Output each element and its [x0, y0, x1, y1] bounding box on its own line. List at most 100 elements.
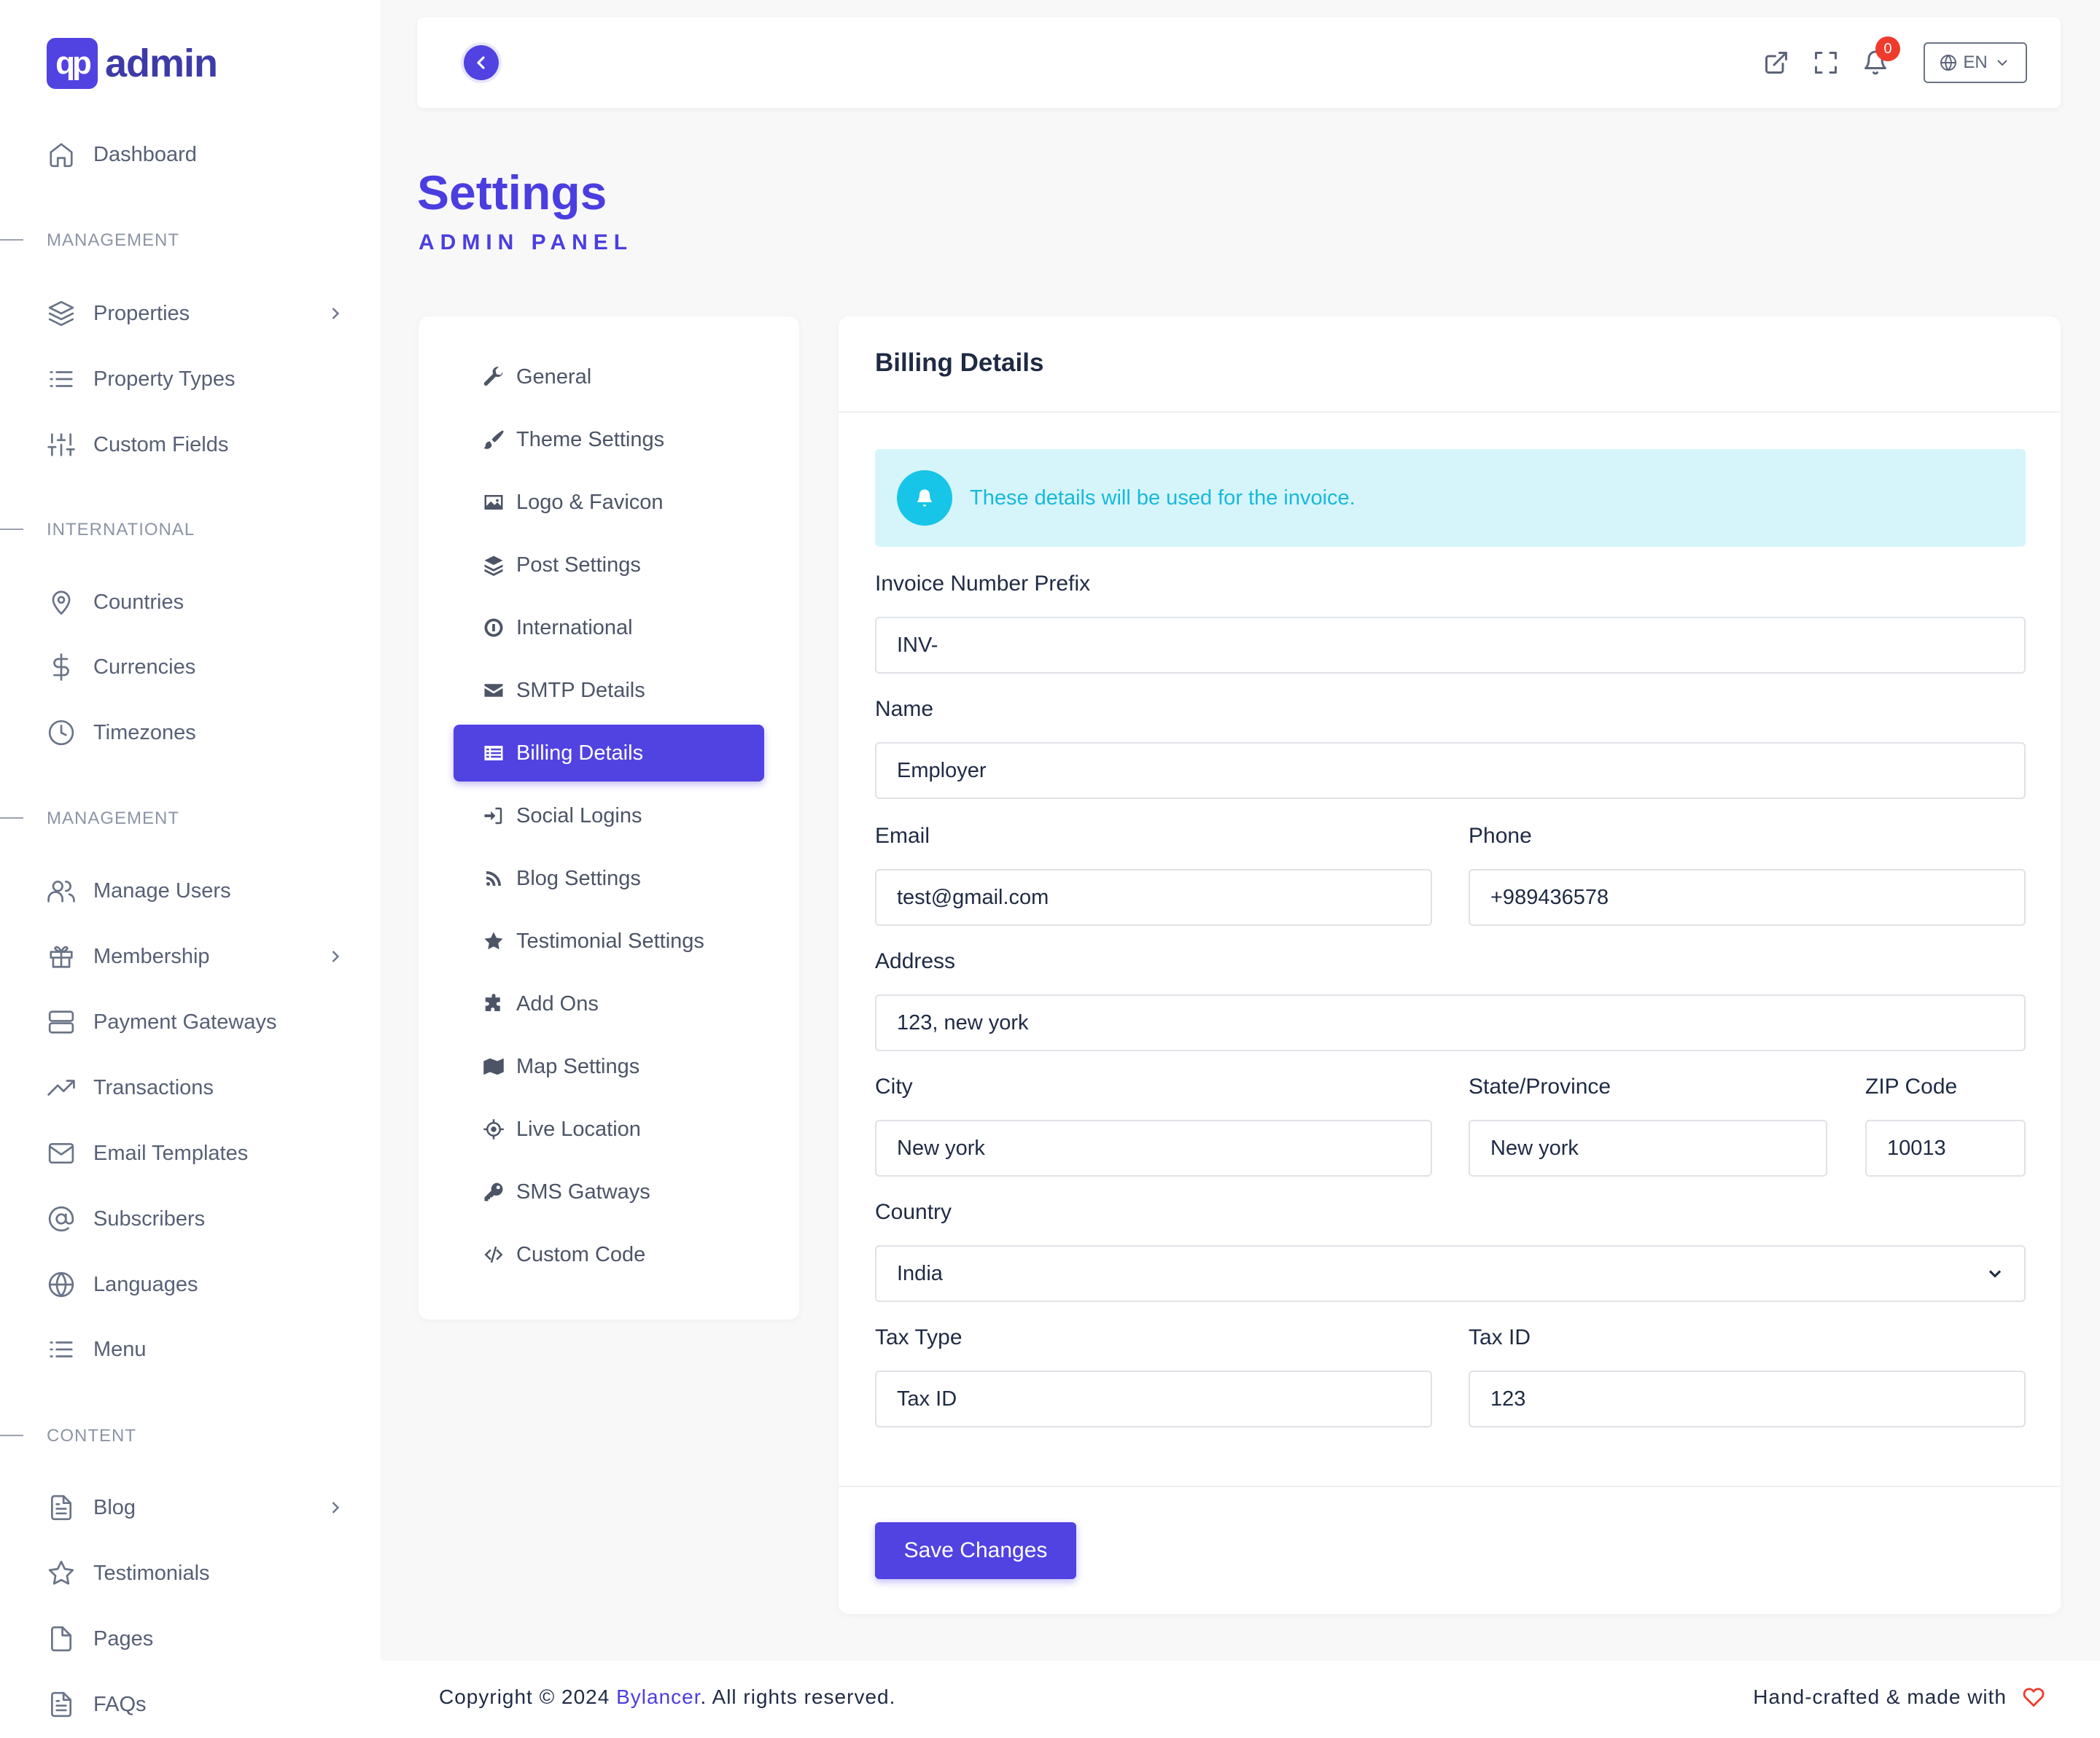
notification-badge: 0	[1875, 36, 1900, 61]
page-subtitle: ADMIN PANEL	[419, 230, 634, 254]
email-input[interactable]: test@gmail.com	[875, 869, 1432, 926]
sidebar-item-subscribers[interactable]: Subscribers	[47, 1197, 346, 1241]
map-pin-icon	[47, 588, 76, 617]
settings-menu-blog-settings[interactable]: Blog Settings	[454, 850, 764, 907]
settings-menu-international[interactable]: International	[454, 599, 764, 656]
address-input[interactable]: 123, new york	[875, 994, 2026, 1051]
settings-menu-testimonial-settings[interactable]: Testimonial Settings	[454, 913, 764, 970]
company-link[interactable]: Bylancer	[616, 1686, 700, 1708]
sidebar-item-countries[interactable]: Countries	[47, 580, 346, 624]
sidebar-item-properties[interactable]: Properties	[47, 292, 346, 335]
state-input[interactable]: New york	[1469, 1120, 1827, 1177]
sidebar-item-languages[interactable]: Languages	[47, 1263, 346, 1306]
sidebar-item-currencies[interactable]: Currencies	[47, 645, 346, 689]
sidebar-item-transactions[interactable]: Transactions	[47, 1066, 346, 1110]
sidebar-item-faqs[interactable]: FAQs	[47, 1683, 346, 1726]
settings-menu-billing-details[interactable]: Billing Details	[454, 725, 764, 782]
settings-menu-label: General	[516, 365, 592, 389]
footer-credit: Hand-crafted & made with	[1753, 1686, 2045, 1709]
state-label: State/Province	[1469, 1075, 1611, 1099]
language-selector[interactable]: EN	[1924, 42, 2027, 83]
globe-icon	[47, 1270, 76, 1299]
sidebar-item-email-templates[interactable]: Email Templates	[47, 1131, 346, 1175]
settings-menu-sms-gateways[interactable]: SMS Gatways	[454, 1164, 764, 1220]
country-value: India	[897, 1261, 943, 1285]
save-changes-button[interactable]: Save Changes	[875, 1522, 1076, 1579]
sidebar-item-label: Testimonials	[93, 1561, 210, 1585]
settings-menu-post-settings[interactable]: Post Settings	[454, 537, 764, 593]
phone-input[interactable]: +989436578	[1469, 869, 2026, 926]
settings-menu-smtp-details[interactable]: SMTP Details	[454, 662, 764, 719]
settings-menu-label: Testimonial Settings	[516, 929, 704, 953]
footer-copyright: Copyright © 2024 Bylancer. All rights re…	[439, 1686, 895, 1709]
phone-label: Phone	[1469, 824, 1532, 848]
layers-icon	[481, 553, 506, 577]
settings-menu-live-location[interactable]: Live Location	[454, 1101, 764, 1158]
settings-menu-add-ons[interactable]: Add Ons	[454, 975, 764, 1032]
section-label-management: MANAGEMENT	[47, 230, 180, 250]
settings-menu-label: SMS Gatways	[516, 1180, 650, 1204]
layers-icon	[47, 299, 76, 328]
settings-menu-social-logins[interactable]: Social Logins	[454, 787, 764, 844]
mail-icon	[47, 1139, 76, 1168]
gift-icon	[47, 942, 76, 971]
sidebar-item-label: Timezones	[93, 720, 196, 744]
city-input[interactable]: New york	[875, 1120, 1432, 1177]
name-input[interactable]: Employer	[875, 742, 2026, 799]
section-label-content: CONTENT	[47, 1426, 136, 1446]
tax-type-input[interactable]: Tax ID	[875, 1371, 1432, 1427]
sidebar-item-manage-users[interactable]: Manage Users	[47, 869, 346, 913]
sidebar-item-label: Subscribers	[93, 1207, 206, 1231]
settings-menu-label: Social Logins	[516, 803, 642, 827]
zip-label: ZIP Code	[1865, 1075, 1958, 1099]
sidebar-item-timezones[interactable]: Timezones	[47, 711, 346, 755]
star-icon	[481, 929, 506, 954]
external-link-icon[interactable]	[1760, 47, 1792, 79]
settings-menu-general[interactable]: General	[454, 348, 764, 405]
sidebar-item-blog[interactable]: Blog	[47, 1486, 346, 1529]
sidebar-item-label: Properties	[93, 301, 190, 325]
sidebar: qp admin Dashboard MANAGEMENT Properties…	[0, 0, 381, 1738]
file-text-icon	[47, 1690, 76, 1719]
sidebar-item-label: Languages	[93, 1272, 198, 1296]
tax-id-input[interactable]: 123	[1469, 1371, 2026, 1427]
footer: Copyright © 2024 Bylancer. All rights re…	[381, 1661, 2100, 1738]
settings-menu-theme-settings[interactable]: Theme Settings	[454, 411, 764, 468]
sidebar-item-custom-fields[interactable]: Custom Fields	[47, 423, 346, 467]
zip-input[interactable]: 10013	[1865, 1120, 2026, 1177]
card-title: Billing Details	[875, 348, 1044, 377]
settings-menu-custom-code[interactable]: Custom Code	[454, 1226, 764, 1283]
footer-credit-text: Hand-crafted & made with	[1753, 1686, 2007, 1708]
sidebar-toggle-button[interactable]	[461, 42, 502, 83]
heart-icon	[2023, 1688, 2045, 1707]
settings-menu-logo-favicon[interactable]: Logo & Favicon	[454, 474, 764, 531]
sidebar-item-menu[interactable]: Menu	[47, 1328, 346, 1371]
sidebar-item-pages[interactable]: Pages	[47, 1617, 346, 1661]
sidebar-item-label: Countries	[93, 590, 184, 614]
rss-icon	[481, 866, 506, 891]
fullscreen-icon[interactable]	[1810, 47, 1842, 79]
section-divider	[0, 1435, 23, 1436]
country-select[interactable]: India	[875, 1245, 2026, 1302]
sidebar-item-label: Payment Gateways	[93, 1010, 277, 1034]
sidebar-item-dashboard[interactable]: Dashboard	[47, 133, 346, 176]
name-label: Name	[875, 697, 934, 721]
sidebar-item-payment-gateways[interactable]: Payment Gateways	[47, 1000, 346, 1044]
settings-menu-map-settings[interactable]: Map Settings	[454, 1038, 764, 1095]
sidebar-item-label: Manage Users	[93, 878, 231, 903]
settings-menu-label: Live Location	[516, 1117, 641, 1141]
clock-icon	[47, 718, 76, 747]
invoice-prefix-label: Invoice Number Prefix	[875, 572, 1091, 596]
sidebar-item-property-types[interactable]: Property Types	[47, 357, 346, 401]
chevron-right-icon	[325, 303, 346, 324]
map-icon	[481, 1054, 506, 1079]
star-icon	[47, 1559, 76, 1588]
brand-logo[interactable]: qp admin	[47, 38, 218, 89]
copyright-suffix: . All rights reserved.	[700, 1686, 896, 1708]
settings-menu-label: Add Ons	[516, 991, 599, 1016]
image-icon	[481, 490, 506, 515]
sidebar-item-membership[interactable]: Membership	[47, 935, 346, 978]
sidebar-item-testimonials[interactable]: Testimonials	[47, 1551, 346, 1595]
invoice-prefix-input[interactable]: INV-	[875, 617, 2026, 674]
trending-up-icon	[47, 1073, 76, 1102]
